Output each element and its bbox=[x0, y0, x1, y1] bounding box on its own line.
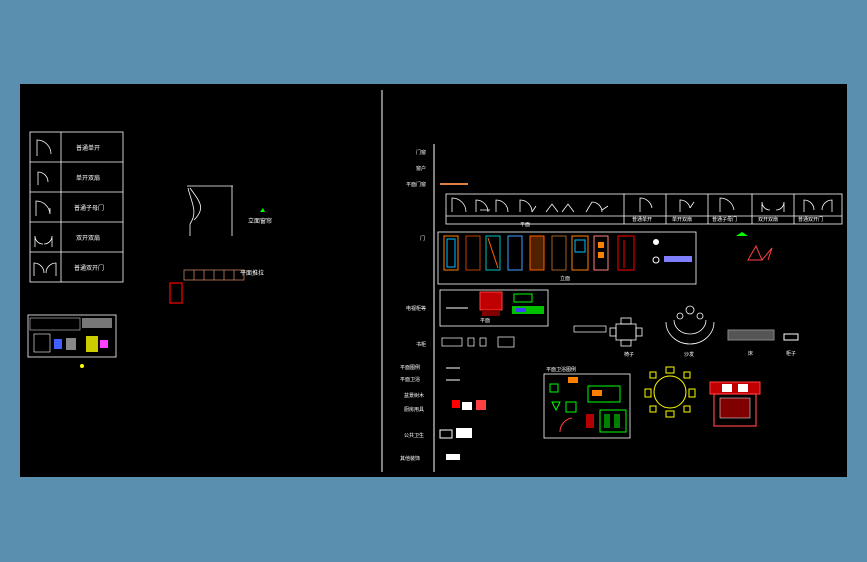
door-table-label-0: 普通单开 bbox=[632, 216, 652, 223]
row-label-8: 盆景树木 bbox=[404, 392, 424, 399]
sanitary-icon-a bbox=[452, 400, 460, 408]
kitchen-icon-b bbox=[456, 428, 472, 438]
furniture-b-label: 沙发 bbox=[684, 351, 694, 358]
furniture-a-label: 椅子 bbox=[624, 351, 634, 358]
row-label-1: 窗户 bbox=[416, 165, 426, 172]
sanitary-icon-c bbox=[476, 400, 486, 410]
row-label-7: 平面卫浴 bbox=[400, 376, 420, 383]
row-label-4: 电视柜等 bbox=[406, 305, 426, 312]
cad-drawing: 普通单开 单开双扇 普通子母门 双开双扇 普通双开门 立面窗帘 平面推拉 门窗 … bbox=[27, 90, 843, 472]
row-label-2: 平面门窗 bbox=[406, 181, 426, 188]
red-door-symbol bbox=[747, 244, 773, 261]
legend-label-1: 单开双扇 bbox=[76, 174, 100, 182]
legend-label-3: 双开双扇 bbox=[76, 234, 100, 242]
legend-label-0: 普通单开 bbox=[76, 144, 100, 152]
row-label-11: 其他装饰 bbox=[400, 455, 420, 462]
plant-icon bbox=[260, 208, 265, 212]
curved-sofa bbox=[665, 305, 715, 345]
mini-floor-plan bbox=[27, 314, 117, 368]
tv-cabinet-group bbox=[439, 289, 549, 327]
door-table-label-2: 普通子母门 bbox=[712, 216, 737, 223]
green-symbol bbox=[736, 232, 748, 236]
furniture-c-label: 床 bbox=[748, 350, 753, 357]
bed-plan bbox=[709, 381, 761, 427]
cad-drawing-canvas[interactable]: 普通单开 单开双扇 普通子母门 双开双扇 普通双开门 立面窗帘 平面推拉 门窗 … bbox=[20, 84, 847, 477]
row-label-9: 厨房用具 bbox=[404, 406, 424, 413]
bookcase-row bbox=[441, 325, 607, 348]
doors-caption: 平面 bbox=[520, 222, 530, 228]
door-elev-caption: 立面 bbox=[560, 275, 570, 282]
legend-label-4: 普通双开门 bbox=[74, 264, 104, 272]
round-table-8 bbox=[644, 366, 696, 418]
sliding-door-plan bbox=[183, 269, 245, 281]
sanitary-icon-b bbox=[462, 402, 472, 410]
kitchen-icon-a bbox=[439, 429, 453, 439]
cabinet-long bbox=[727, 329, 775, 341]
tv-caption: 平面 bbox=[480, 318, 490, 324]
row-label-10: 公共卫生 bbox=[404, 432, 424, 439]
row-label-0: 门窗 bbox=[416, 149, 426, 156]
cabinet-small bbox=[783, 333, 799, 341]
furniture-d-label: 柜子 bbox=[786, 350, 796, 357]
dining-table-4 bbox=[609, 317, 643, 347]
curtain-elevation bbox=[187, 185, 233, 236]
deco-icon bbox=[446, 454, 460, 460]
door-table-label-4: 普通双开门 bbox=[798, 216, 823, 223]
curtain-label: 立面窗帘 bbox=[248, 217, 272, 225]
bathroom-plan-box bbox=[543, 373, 631, 439]
row-label-6: 平面图例 bbox=[400, 364, 420, 371]
sliding-label: 平面推拉 bbox=[240, 269, 264, 277]
door-table-label-3: 双开双扇 bbox=[758, 216, 778, 223]
red-window-frame bbox=[169, 282, 183, 304]
legend-label-2: 普通子母门 bbox=[74, 204, 104, 212]
row-label-5: 书柜 bbox=[416, 341, 426, 348]
row-label-3: 门 bbox=[420, 235, 425, 242]
bath-title: 平面卫浴图例 bbox=[546, 366, 576, 373]
door-table-label-1: 单开双扇 bbox=[672, 216, 692, 223]
